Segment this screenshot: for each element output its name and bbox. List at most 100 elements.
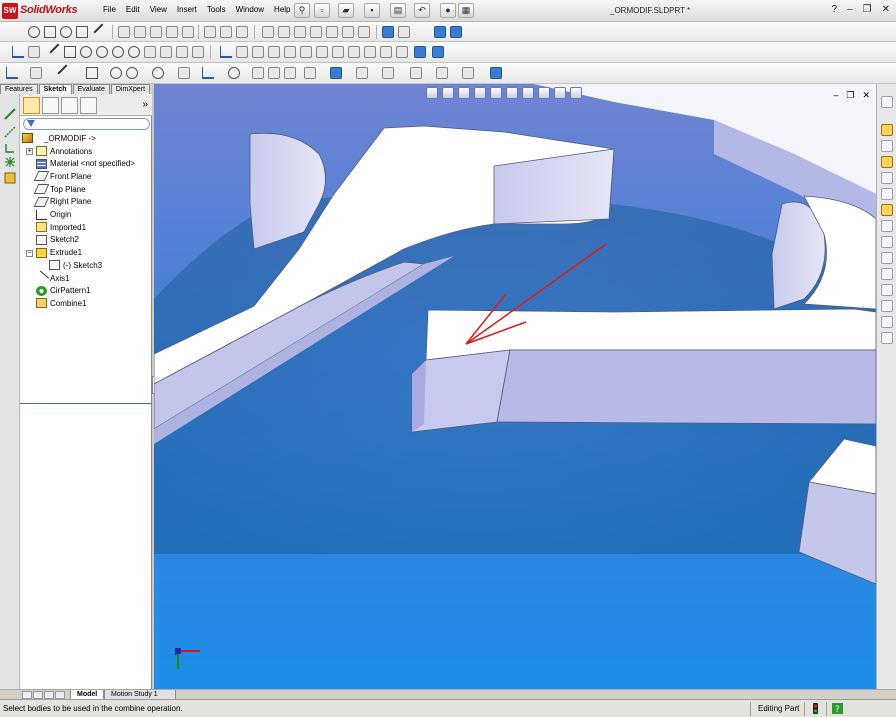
centerline-strip-icon[interactable] bbox=[4, 126, 16, 138]
line-strip-icon[interactable] bbox=[4, 108, 16, 120]
first-tab-icon[interactable] bbox=[22, 691, 32, 699]
hide-show-items-icon[interactable] bbox=[522, 87, 534, 99]
point-strip-icon[interactable] bbox=[4, 156, 16, 168]
slot-icon[interactable] bbox=[178, 67, 190, 79]
convert-tool-icon[interactable] bbox=[330, 67, 342, 79]
plane-icon[interactable] bbox=[268, 46, 280, 58]
view-7-icon[interactable] bbox=[358, 26, 370, 38]
zoom-to-fit-icon[interactable] bbox=[426, 87, 438, 99]
convert-entities-icon[interactable] bbox=[284, 46, 296, 58]
arc-tool-icon[interactable] bbox=[60, 26, 72, 38]
three-point-arc-icon[interactable] bbox=[128, 46, 140, 58]
filter-edges-icon[interactable] bbox=[881, 236, 893, 248]
chamfer-icon[interactable] bbox=[160, 46, 172, 58]
menu-file[interactable]: File bbox=[98, 5, 121, 14]
filter-points-icon[interactable] bbox=[881, 316, 893, 328]
new-document-icon[interactable]: ▫ bbox=[314, 3, 330, 18]
sketch-dropdown-icon[interactable] bbox=[6, 67, 18, 79]
feature-tree-filter-input[interactable] bbox=[23, 118, 150, 130]
fillet-icon[interactable] bbox=[144, 46, 156, 58]
solidworks-resources-icon[interactable] bbox=[881, 124, 893, 136]
tree-root-part[interactable]: _ORMODIF -> bbox=[22, 132, 96, 145]
tree-item-material[interactable]: Material <not specified> bbox=[36, 157, 135, 170]
centerline-icon[interactable] bbox=[176, 46, 188, 58]
menu-help[interactable]: Help bbox=[269, 5, 295, 14]
spline-icon[interactable] bbox=[220, 46, 232, 58]
view-1-icon[interactable] bbox=[262, 26, 274, 38]
relations-tool-icon[interactable] bbox=[436, 67, 448, 79]
rotate-entities-icon[interactable] bbox=[380, 46, 392, 58]
circle-dropdown-icon[interactable] bbox=[110, 67, 122, 79]
center-arc-icon[interactable] bbox=[96, 46, 108, 58]
feature-tree-tab-icon[interactable] bbox=[23, 97, 40, 114]
tree-item-combine1[interactable]: Combine1 bbox=[36, 297, 86, 310]
tab-dimxpert[interactable]: DimXpert bbox=[110, 84, 151, 94]
pin-menu-icon[interactable]: ⚲ bbox=[294, 3, 310, 18]
rectangle-dropdown-icon[interactable] bbox=[86, 67, 98, 79]
view-orientation-icon[interactable] bbox=[490, 87, 502, 99]
mirror-icon[interactable] bbox=[166, 26, 178, 38]
trim-tool-icon[interactable] bbox=[304, 67, 316, 79]
tree-item-right-plane[interactable]: Right Plane bbox=[33, 196, 91, 209]
circle-tool-icon[interactable] bbox=[28, 26, 40, 38]
tree-item-cirpattern1[interactable]: CirPattern1 bbox=[36, 284, 90, 297]
previous-view-icon[interactable] bbox=[458, 87, 470, 99]
tangent-arc-icon[interactable] bbox=[112, 46, 124, 58]
tree-item-axis1[interactable]: Axis1 bbox=[34, 270, 70, 286]
save-icon[interactable]: ▪ bbox=[364, 3, 380, 18]
model-view[interactable] bbox=[154, 84, 876, 689]
undo-icon[interactable]: ↶ bbox=[414, 3, 430, 18]
point-icon[interactable] bbox=[192, 46, 204, 58]
text-icon[interactable] bbox=[252, 46, 264, 58]
viewport-restore-icon[interactable]: ❐ bbox=[846, 90, 854, 101]
dimension-icon[interactable] bbox=[220, 26, 232, 38]
display-style-icon[interactable] bbox=[506, 87, 518, 99]
filter-faces-icon[interactable] bbox=[881, 252, 893, 264]
tab-features[interactable]: Features bbox=[0, 84, 38, 94]
extrude1-collapse-icon[interactable]: − bbox=[26, 250, 33, 257]
sketch-plane-icon[interactable] bbox=[382, 26, 394, 38]
appearance-icon[interactable] bbox=[434, 26, 446, 38]
scene-icon[interactable] bbox=[450, 26, 462, 38]
circular-pattern-icon[interactable] bbox=[348, 46, 360, 58]
rebuild-icon[interactable]: ● bbox=[440, 3, 456, 18]
file-explorer-icon[interactable] bbox=[881, 156, 893, 168]
text-tool-icon[interactable] bbox=[268, 67, 280, 79]
custom-properties-icon[interactable] bbox=[881, 220, 893, 232]
copy-entities-icon[interactable] bbox=[414, 46, 426, 58]
zoom-to-area-icon[interactable] bbox=[442, 87, 454, 99]
configuration-manager-tab-icon[interactable] bbox=[61, 97, 78, 114]
filter-axes-icon[interactable] bbox=[881, 284, 893, 296]
minimize-icon[interactable]: – bbox=[847, 4, 853, 15]
rectangle-tool-icon[interactable] bbox=[44, 26, 56, 38]
viewport-close-icon[interactable]: ✕ bbox=[862, 90, 870, 101]
search-icon[interactable] bbox=[881, 172, 893, 184]
line-tool-icon[interactable] bbox=[93, 23, 111, 41]
filter-planes-icon[interactable] bbox=[881, 300, 893, 312]
menu-tools[interactable]: Tools bbox=[202, 5, 231, 14]
appearances-scenes-icon[interactable] bbox=[881, 204, 893, 216]
smart-dimension-icon[interactable] bbox=[28, 46, 40, 58]
ellipse-icon[interactable] bbox=[236, 46, 248, 58]
filter-vertices-icon[interactable] bbox=[881, 268, 893, 280]
tab-evaluate[interactable]: Evaluate bbox=[72, 84, 110, 94]
repair-sketch-icon[interactable] bbox=[432, 46, 444, 58]
section-view-icon[interactable] bbox=[474, 87, 486, 99]
annotations-expand-icon[interactable]: + bbox=[26, 148, 33, 155]
menu-edit[interactable]: Edit bbox=[121, 5, 145, 14]
solidworks-logo[interactable]: SW SolidWorks bbox=[2, 3, 92, 19]
polygon-dropdown-icon[interactable] bbox=[152, 67, 164, 79]
print-icon[interactable]: ▤ bbox=[390, 3, 406, 18]
tree-item-imported1[interactable]: Imported1 bbox=[36, 221, 86, 234]
rectangle-icon[interactable] bbox=[64, 46, 76, 58]
relation-icon[interactable] bbox=[204, 26, 216, 38]
property-manager-tab-icon[interactable] bbox=[42, 97, 59, 114]
tree-item-sketch2[interactable]: Sketch2 bbox=[36, 234, 79, 247]
quick-tips-help-icon[interactable]: ? bbox=[832, 703, 843, 714]
display-icon[interactable] bbox=[398, 26, 410, 38]
rapid-sketch-icon[interactable] bbox=[490, 67, 502, 79]
design-library-icon[interactable] bbox=[881, 140, 893, 152]
point-tool-icon[interactable] bbox=[252, 67, 264, 79]
block-strip-icon[interactable] bbox=[4, 172, 16, 184]
apply-scene-icon[interactable] bbox=[554, 87, 566, 99]
